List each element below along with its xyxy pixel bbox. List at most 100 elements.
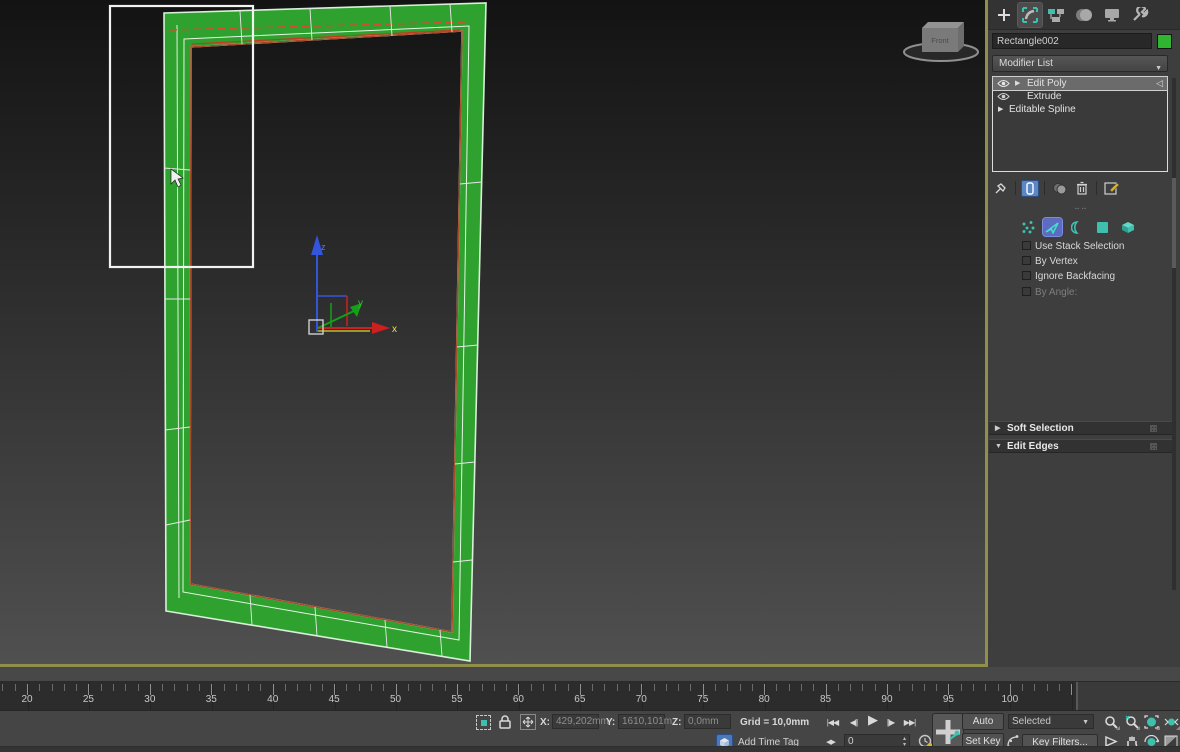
command-panel-tabs: [988, 0, 1180, 30]
checkbox-icon[interactable]: [1022, 271, 1031, 280]
z-coord-field[interactable]: 0,0mm: [684, 714, 731, 729]
eye-icon[interactable]: [997, 92, 1010, 101]
absolute-mode-transform-icon[interactable]: [520, 714, 536, 730]
expand-icon[interactable]: ▶: [998, 103, 1003, 116]
ruler-tick: [346, 684, 348, 691]
object-name-field[interactable]: Rectangle002: [992, 33, 1152, 49]
ruler-tick: [198, 684, 200, 691]
remove-modifier-button[interactable]: [1073, 180, 1091, 197]
expanded-arrow-icon: ▼: [995, 443, 1002, 450]
previous-frame-button[interactable]: ◀||: [845, 714, 862, 730]
ruler-tick: [493, 684, 495, 691]
ruler-tick: [714, 684, 716, 691]
ruler-tick: [1071, 684, 1073, 695]
ruler-tick: [936, 684, 938, 691]
next-frame-button[interactable]: ||▶: [882, 714, 899, 730]
ruler-tick: [604, 684, 606, 691]
ruler-tick: [248, 684, 250, 691]
tab-create[interactable]: [992, 3, 1016, 27]
set-keys-button[interactable]: [932, 713, 964, 750]
ruler-tick: [555, 684, 557, 691]
go-to-end-button[interactable]: ▶▶|: [901, 714, 918, 730]
ruler-tick: [628, 684, 630, 691]
ruler-tick: [432, 684, 434, 691]
panel-scrollbar[interactable]: [1172, 78, 1176, 590]
ruler-tick: [911, 684, 913, 691]
ruler-tick-label: 85: [820, 694, 832, 705]
zoom-extents-all-icon[interactable]: [1162, 713, 1180, 730]
ruler-tick: [972, 684, 974, 691]
selection-region-icon[interactable]: [476, 715, 491, 730]
expand-icon[interactable]: ▶: [1015, 77, 1020, 90]
y-coord-field[interactable]: 1610,101m: [618, 714, 672, 729]
tab-utilities[interactable]: [1128, 3, 1152, 27]
make-unique-button[interactable]: [1050, 180, 1068, 197]
viewcube-front-face-label: Front: [931, 36, 949, 45]
viewport[interactable]: x y z Front: [0, 0, 986, 665]
play-button[interactable]: ▶: [864, 712, 881, 728]
selection-filter-dropdown[interactable]: Selected ▼: [1008, 714, 1094, 729]
x-coord-label: X:: [540, 717, 550, 728]
zoom-icon[interactable]: [1102, 713, 1120, 730]
ruler-tick: [223, 684, 225, 691]
edit-edges-rollout-header[interactable]: ▼ Edit Edges: [989, 439, 1175, 453]
ruler-tick: [1058, 684, 1060, 691]
soft-selection-rollout-header[interactable]: ▶ Soft Selection: [989, 421, 1175, 435]
tab-hierarchy[interactable]: [1044, 3, 1068, 27]
rollout-drag-handle[interactable]: ⠒⠒: [1074, 205, 1094, 214]
grid-size-readout: Grid = 10,0mm: [740, 717, 810, 728]
ruler-tick: [235, 684, 237, 691]
ruler-tick: [1046, 684, 1048, 691]
configure-modifier-sets-button[interactable]: [1102, 180, 1120, 197]
ruler-tick: [260, 684, 262, 691]
ruler-tick: [469, 684, 471, 691]
stack-item-extrude[interactable]: Extrude: [993, 90, 1167, 103]
zoom-all-icon[interactable]: [1122, 713, 1140, 730]
stack-item-editable-spline[interactable]: ▶ Editable Spline: [993, 103, 1167, 116]
show-end-result-button[interactable]: [1021, 179, 1039, 197]
checkbox-icon: [1022, 287, 1031, 296]
ruler-tick-label: 45: [328, 694, 340, 705]
x-coord-field[interactable]: 429,202mm: [552, 714, 609, 729]
ruler-tick-label: 90: [881, 694, 893, 705]
zoom-extents-icon[interactable]: [1142, 713, 1160, 730]
selection-lock-icon[interactable]: [498, 714, 512, 730]
subobject-border-icon[interactable]: [1068, 218, 1087, 236]
ignore-backfacing-checkbox[interactable]: Ignore Backfacing: [1022, 271, 1115, 283]
ruler-tick: [162, 684, 164, 691]
by-vertex-checkbox[interactable]: By Vertex: [1022, 256, 1078, 268]
object-color-swatch[interactable]: [1157, 34, 1172, 49]
go-to-start-button[interactable]: |◀◀: [824, 714, 841, 730]
ruler-tick: [788, 684, 790, 691]
ruler-tick: [358, 684, 360, 691]
gizmo-x-label: x: [392, 324, 397, 335]
tab-display[interactable]: [1100, 3, 1124, 27]
subobject-element-icon[interactable]: [1118, 218, 1137, 236]
tab-modify[interactable]: [1017, 2, 1043, 28]
ruler-tick-label: 25: [82, 694, 94, 705]
stack-item-label: Editable Spline: [1009, 104, 1076, 115]
frame-object[interactable]: [163, 2, 487, 662]
frame-lip-edge: [182, 25, 470, 641]
timeline-ruler[interactable]: 20 25 30 35 40 45 50 55 60 65 70 75 80 85 90 95 100: [0, 682, 1078, 710]
checkbox-icon[interactable]: [1022, 241, 1031, 250]
track-bar[interactable]: [0, 667, 1180, 682]
auto-key-button[interactable]: Auto Key: [962, 713, 1004, 743]
viewcube[interactable]: Front: [903, 22, 979, 62]
subobject-polygon-icon[interactable]: [1093, 218, 1112, 236]
stack-item-edit-poly[interactable]: ▶ Edit Poly ◁: [992, 76, 1168, 91]
ruler-tick: [370, 684, 372, 691]
tab-motion[interactable]: [1072, 3, 1096, 27]
z-coord-label: Z:: [672, 717, 682, 728]
transform-gizmo[interactable]: x y z: [311, 235, 397, 335]
scrollbar-thumb[interactable]: [1172, 178, 1176, 268]
pin-stack-button[interactable]: [992, 180, 1010, 197]
checkbox-icon[interactable]: [1022, 256, 1031, 265]
checkbox-label: By Vertex: [1035, 256, 1078, 267]
eye-icon[interactable]: [997, 79, 1010, 88]
subobject-edge-icon[interactable]: [1042, 217, 1063, 237]
modifier-list-dropdown[interactable]: Modifier List ▼: [992, 55, 1168, 72]
ruler-tick: [813, 684, 815, 691]
subobject-vertex-icon[interactable]: [1018, 218, 1037, 236]
use-stack-selection-checkbox[interactable]: Use Stack Selection: [1022, 241, 1125, 253]
